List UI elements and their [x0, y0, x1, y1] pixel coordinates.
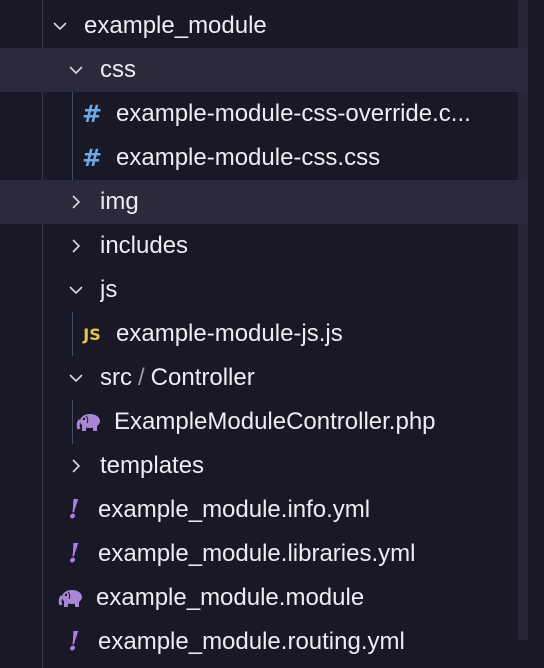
tree-folder-js[interactable]: js [0, 268, 528, 312]
file-explorer: example_module css # example-module-css-… [0, 0, 544, 668]
chevron-right-icon [64, 454, 88, 478]
chevron-down-icon [48, 14, 72, 38]
tree-file-controller-php[interactable]: ExampleModuleController.php [0, 400, 528, 444]
file-label: example_module.info.yml [98, 496, 371, 523]
tree-file-module[interactable]: example_module.module [0, 576, 528, 620]
tree-file-libraries-yml[interactable]: ! example_module.libraries.yml [0, 532, 528, 576]
tree-file-js[interactable]: JS example-module-js.js [0, 312, 528, 356]
yaml-file-icon: ! [68, 627, 80, 657]
tree-file-css[interactable]: # example-module-css.css [0, 136, 528, 180]
file-label: example_module.routing.yml [98, 628, 405, 655]
php-elephant-icon [58, 584, 86, 612]
chevron-down-icon [64, 278, 88, 302]
file-label: example-module-css-override.c... [116, 100, 471, 127]
file-label: ExampleModuleController.php [114, 408, 436, 435]
file-label: example_module.libraries.yml [98, 540, 416, 567]
tree-file-info-yml[interactable]: ! example_module.info.yml [0, 488, 528, 532]
php-elephant-icon [76, 408, 104, 436]
hash-icon: # [81, 100, 103, 128]
folder-label: includes [100, 232, 189, 259]
tree-folder-includes[interactable]: includes [0, 224, 528, 268]
folder-label: js [100, 276, 118, 303]
folder-label: example_module [84, 12, 267, 39]
js-file-icon: JS [83, 324, 101, 344]
tree-file-routing-yml[interactable]: ! example_module.routing.yml [0, 620, 528, 664]
tree-folder-templates[interactable]: templates [0, 444, 528, 488]
folder-label: css [100, 56, 136, 83]
tree-folder-css[interactable]: css [0, 48, 528, 92]
tree-folder-src-controller[interactable]: src / Controller [0, 356, 528, 400]
chevron-right-icon [64, 234, 88, 258]
path-separator: / [138, 364, 145, 391]
file-label: example-module-js.js [116, 320, 343, 347]
tree-folder-img[interactable]: img [0, 180, 528, 224]
chevron-down-icon [64, 366, 88, 390]
file-label: example-module-css.css [116, 144, 381, 171]
folder-sublabel: Controller [150, 364, 255, 391]
folder-label: templates [100, 452, 205, 479]
chevron-right-icon [64, 190, 88, 214]
yaml-file-icon: ! [68, 495, 80, 525]
file-label: example_module.module [96, 584, 365, 611]
tree-folder-example-module[interactable]: example_module [0, 4, 528, 48]
folder-label: img [100, 188, 139, 215]
chevron-down-icon [64, 58, 88, 82]
hash-icon: # [81, 144, 103, 172]
tree-file-css-override[interactable]: # example-module-css-override.c... [0, 92, 528, 136]
folder-label: src [100, 364, 132, 391]
yaml-file-icon: ! [68, 539, 80, 569]
